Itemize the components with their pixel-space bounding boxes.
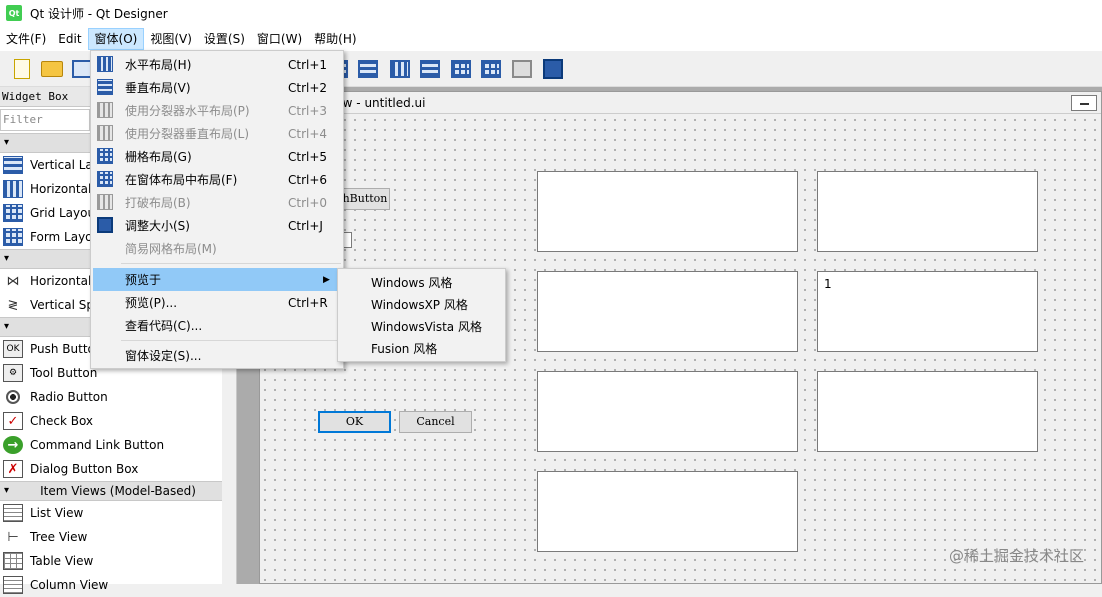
list-view-icon <box>3 504 23 522</box>
widget-tree-view[interactable]: ⊢ Tree View <box>0 525 236 549</box>
menu-view[interactable]: 视图(V) <box>144 28 198 50</box>
chevron-down-icon: ▾ <box>4 137 10 148</box>
menu-window[interactable]: 窗口(W) <box>251 28 308 50</box>
menu-form[interactable]: 窗体(O) <box>87 27 145 50</box>
menu-separator <box>121 340 341 341</box>
toolbar-grid-layout-icon[interactable] <box>449 57 473 81</box>
widget-check-box[interactable]: ✓ Check Box <box>0 409 236 433</box>
break-layout-icon <box>97 194 113 210</box>
cancel-button[interactable]: Cancel <box>399 411 472 433</box>
chevron-down-icon: ▾ <box>4 253 10 264</box>
menu-separator <box>121 263 341 264</box>
menu-help[interactable]: 帮助(H) <box>308 28 362 50</box>
submenu-windowsvista-style[interactable]: WindowsVista 风格 <box>371 316 482 338</box>
menu-preview[interactable]: 预览(P)... Ctrl+R <box>93 291 341 314</box>
horizontal-spacer-icon: ⋈ <box>6 273 20 289</box>
qt-logo-icon: Qt <box>6 5 22 21</box>
menu-splitter-horizontal[interactable]: 使用分裂器水平布局(P) Ctrl+3 <box>93 99 341 122</box>
form-menu-dropdown: 水平布局(H) Ctrl+1 垂直布局(V) Ctrl+2 使用分裂器水平布局(P)… <box>90 50 344 369</box>
dialog-button-box-icon: ✗ <box>3 460 23 478</box>
toolbar-adjust-size-icon[interactable] <box>541 57 565 81</box>
text-box-7[interactable] <box>537 471 798 552</box>
toolbar-vertical-layout-2-icon[interactable] <box>356 57 380 81</box>
horizontal-layout-icon <box>3 180 23 198</box>
text-box-2[interactable] <box>817 171 1038 252</box>
text-box-1[interactable] <box>537 171 798 252</box>
menu-view-code[interactable]: 查看代码(C)... <box>93 314 341 337</box>
toolbar-form-layout-icon[interactable] <box>479 57 503 81</box>
menu-adjust-size[interactable]: 调整大小(S) Ctrl+J <box>93 214 341 237</box>
push-button-icon: OK <box>3 340 23 358</box>
menu-form-settings[interactable]: 窗体设定(S)... <box>93 344 341 367</box>
text-box-4[interactable]: 1 <box>817 271 1038 352</box>
form-window-title: low - untitled.ui <box>260 92 1101 114</box>
menu-preview-in[interactable]: 预览于 ▶ <box>93 268 341 291</box>
horizontal-layout-icon <box>97 56 113 72</box>
menu-horizontal-layout[interactable]: 水平布局(H) Ctrl+1 <box>93 53 341 76</box>
submenu-windows-style[interactable]: Windows 风格 <box>371 272 452 294</box>
widget-column-view[interactable]: Column View <box>0 573 236 597</box>
widget-radio-button[interactable]: Radio Button <box>0 385 236 409</box>
minimize-icon[interactable] <box>1071 95 1097 111</box>
submenu-arrow-icon: ▶ <box>323 274 330 285</box>
radio-button-icon <box>6 390 20 404</box>
tool-button-icon: ⚙ <box>3 364 23 382</box>
menu-break-layout[interactable]: 打破布局(B) Ctrl+0 <box>93 191 341 214</box>
toolbar-vertical-splitter-icon[interactable] <box>418 57 442 81</box>
chevron-down-icon: ▾ <box>4 321 10 332</box>
widget-command-link-button[interactable]: → Command Link Button <box>0 433 236 457</box>
menu-form-layout[interactable]: 在窗体布局中布局(F) Ctrl+6 <box>93 168 341 191</box>
watermark: @稀土掘金技术社区 <box>948 547 1084 565</box>
tree-view-icon: ⊢ <box>7 529 19 545</box>
filter-input[interactable]: Filter <box>0 109 90 131</box>
menu-edit[interactable]: Edit <box>52 28 87 50</box>
form-push-button[interactable]: hButton <box>340 188 390 210</box>
vertical-spacer-icon: ≷ <box>7 297 19 313</box>
toolbar-horizontal-splitter-icon[interactable] <box>388 57 412 81</box>
toolbar-break-layout-icon[interactable] <box>510 57 534 81</box>
text-box-6[interactable] <box>817 371 1038 452</box>
menu-splitter-vertical[interactable]: 使用分裂器垂直布局(L) Ctrl+4 <box>93 122 341 145</box>
window-title: Qt 设计师 - Qt Designer <box>30 6 168 21</box>
widget-table-view[interactable]: Table View <box>0 549 236 573</box>
menu-bar: 文件(F) Edit 窗体(O) 视图(V) 设置(S) 窗口(W) 帮助(H) <box>0 26 1102 51</box>
text-box-value: 1 <box>824 277 832 291</box>
chevron-down-icon: ▾ <box>4 485 10 496</box>
ok-button[interactable]: OK <box>318 411 391 433</box>
grid-layout-icon <box>97 148 113 164</box>
table-view-icon <box>3 552 23 570</box>
menu-simple-grid-layout[interactable]: 简易网格布局(M) <box>93 237 341 260</box>
submenu-fusion-style[interactable]: Fusion 风格 <box>371 338 437 360</box>
category-item-views[interactable]: ▾ Item Views (Model-Based) <box>0 481 236 501</box>
adjust-size-icon <box>97 217 113 233</box>
title-bar: Qt Qt 设计师 - Qt Designer <box>0 0 1102 26</box>
grid-layout-icon <box>3 204 23 222</box>
menu-grid-layout[interactable]: 栅格布局(G) Ctrl+5 <box>93 145 341 168</box>
form-layout-icon <box>97 171 113 187</box>
menu-settings[interactable]: 设置(S) <box>198 28 251 50</box>
submenu-windowsxp-style[interactable]: WindowsXP 风格 <box>371 294 468 316</box>
text-box-3[interactable] <box>537 271 798 352</box>
vertical-splitter-icon <box>97 125 113 141</box>
command-link-icon: → <box>3 436 23 454</box>
vertical-layout-icon <box>3 156 23 174</box>
horizontal-splitter-icon <box>97 102 113 118</box>
menu-vertical-layout[interactable]: 垂直布局(V) Ctrl+2 <box>93 76 341 99</box>
open-folder-icon[interactable] <box>40 57 64 81</box>
form-layout-icon <box>3 228 23 246</box>
vertical-layout-icon <box>97 79 113 95</box>
preview-style-submenu: Windows 风格 WindowsXP 风格 WindowsVista 风格 … <box>337 268 506 362</box>
widget-list-view[interactable]: List View <box>0 501 236 525</box>
check-box-icon: ✓ <box>3 412 23 430</box>
menu-file[interactable]: 文件(F) <box>0 28 52 50</box>
column-view-icon <box>3 576 23 594</box>
widget-dialog-button-box[interactable]: ✗ Dialog Button Box <box>0 457 236 481</box>
new-file-icon[interactable] <box>10 57 34 81</box>
text-box-5[interactable] <box>537 371 798 452</box>
